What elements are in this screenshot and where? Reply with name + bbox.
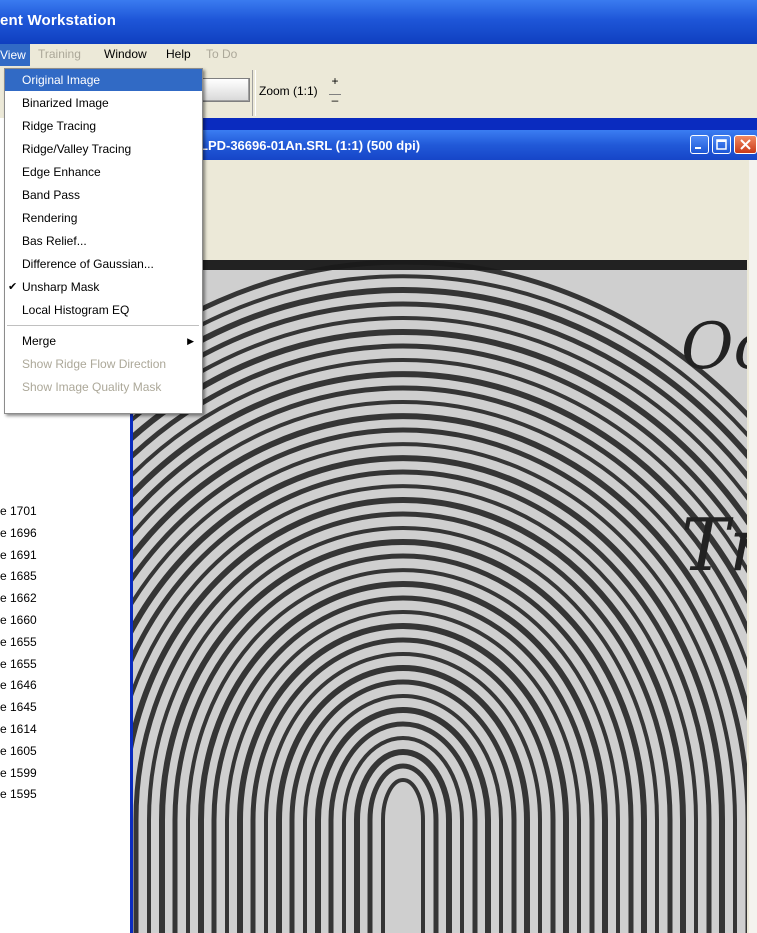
app-title-bar: ent Workstation (0, 0, 757, 44)
view-menu-item-label: Merge (22, 334, 57, 348)
menu-help[interactable]: Help (166, 47, 191, 61)
list-item[interactable]: e 1595 (0, 787, 37, 801)
list-item[interactable]: e 1614 (0, 722, 37, 736)
submenu-arrow-icon: ▶ (187, 336, 194, 346)
menu-separator (7, 325, 199, 326)
view-menu-item-label: Difference of Gaussian... (22, 257, 154, 271)
list-item[interactable]: e 1605 (0, 744, 37, 758)
menu-todo[interactable]: To Do (206, 47, 237, 61)
list-item[interactable]: e 1655 (0, 657, 37, 671)
image-handwriting-1: Oo (681, 310, 747, 384)
list-item[interactable]: e 1685 (0, 569, 37, 583)
view-menu-item[interactable]: Edge Enhance (5, 161, 202, 183)
view-menu-item[interactable]: Ridge Tracing (5, 115, 202, 137)
view-menu-item[interactable]: Binarized Image (5, 92, 202, 114)
view-menu-item[interactable]: Band Pass (5, 184, 202, 206)
view-menu-item[interactable]: Difference of Gaussian... (5, 253, 202, 275)
view-menu-item-label: Edge Enhance (22, 165, 101, 179)
view-menu-item[interactable]: ✔ Unsharp Mask (5, 276, 202, 298)
list-item[interactable]: e 1660 (0, 613, 37, 627)
list-item[interactable]: e 1701 (0, 504, 37, 518)
close-icon[interactable] (734, 135, 757, 154)
zoom-in-button[interactable]: + (329, 75, 341, 88)
view-menu-item[interactable]: Show Image Quality Mask (5, 376, 202, 398)
view-menu-item-label: Ridge Tracing (22, 119, 97, 133)
view-menu-item-label: Show Ridge Flow Direction (22, 357, 167, 371)
menu-training[interactable]: Training (38, 47, 81, 61)
vertical-scrollbar[interactable] (749, 160, 757, 933)
list-item[interactable]: e 1662 (0, 591, 37, 605)
list-item[interactable]: e 1645 (0, 700, 37, 714)
view-menu-item-label: Original Image (22, 73, 101, 87)
fingerprint-canvas: Oo Tr (133, 260, 747, 933)
list-item[interactable]: e 1655 (0, 635, 37, 649)
list-item[interactable]: e 1646 (0, 678, 37, 692)
image-handwriting-2: Tr (681, 503, 747, 587)
view-menu-item-label: Show Image Quality Mask (22, 380, 162, 394)
image-window-title: LPD-36696-01An.SRL (1:1) (500 dpi) (200, 138, 421, 153)
view-menu-item-label: Rendering (22, 211, 78, 225)
check-icon: ✔ (8, 281, 18, 293)
menu-bar: View Training Window Help To Do (0, 44, 757, 66)
menu-window[interactable]: Window (104, 47, 147, 61)
view-menu-item[interactable]: Ridge/Valley Tracing (5, 138, 202, 160)
view-menu: Original Image Binarized Image Ridge Traci… (4, 68, 203, 414)
view-menu-item[interactable]: Original Image (5, 69, 202, 91)
app-title: ent Workstation (0, 12, 117, 29)
zoom-label: Zoom (1:1) (259, 84, 318, 98)
view-menu-item-label: Ridge/Valley Tracing (22, 142, 132, 156)
view-menu-item-label: Band Pass (22, 188, 81, 202)
fingerprint-image[interactable]: Oo Tr (133, 260, 747, 933)
view-menu-item[interactable]: Rendering (5, 207, 202, 229)
view-menu-item-label: Binarized Image (22, 96, 109, 110)
toolbar-color-button[interactable] (200, 78, 250, 102)
maximize-icon[interactable] (712, 135, 731, 154)
view-menu-item-label: Bas Relief... (22, 234, 87, 248)
list-item[interactable]: e 1691 (0, 548, 37, 562)
menu-view[interactable]: View (0, 44, 30, 66)
view-menu-item[interactable]: Bas Relief... (5, 230, 202, 252)
view-menu-item[interactable]: Merge ▶ (5, 330, 202, 352)
minimize-icon[interactable] (690, 135, 709, 154)
view-menu-item[interactable]: Local Histogram EQ (5, 299, 202, 321)
view-menu-item[interactable]: Show Ridge Flow Direction (5, 353, 202, 375)
toolbar-separator (252, 70, 256, 116)
view-menu-item-label: Unsharp Mask (22, 280, 100, 294)
list-item[interactable]: e 1696 (0, 526, 37, 540)
image-window: LPD-36696-01An.SRL (1:1) (500 dpi) Oo Tr (130, 118, 757, 933)
list-item[interactable]: e 1599 (0, 766, 37, 780)
view-menu-item-label: Local Histogram EQ (22, 303, 130, 317)
zoom-out-button[interactable]: – (329, 94, 341, 107)
